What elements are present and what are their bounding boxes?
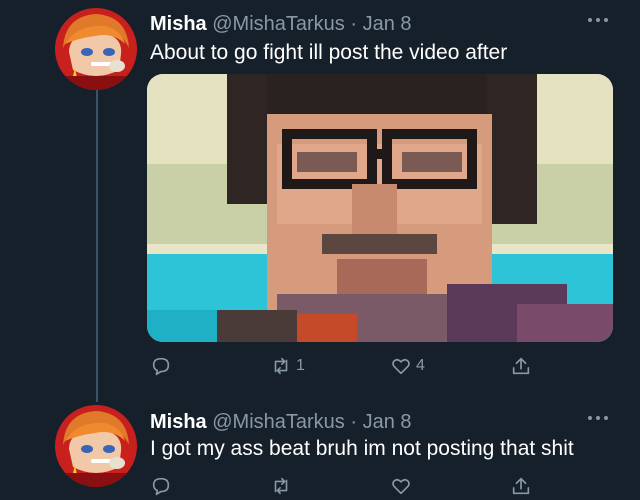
reply-button[interactable]	[150, 352, 176, 380]
like-button[interactable]	[390, 472, 416, 500]
tweet-media-image[interactable]	[147, 74, 613, 342]
retweet-button[interactable]: 1	[270, 352, 305, 380]
meta-separator: ·	[344, 13, 363, 35]
tweet-actions	[150, 472, 540, 500]
tweet-date[interactable]: Jan 8	[363, 411, 412, 433]
display-name[interactable]: Misha	[150, 13, 207, 35]
like-button[interactable]: 4	[390, 352, 425, 380]
meta-separator: ·	[344, 411, 363, 433]
retweet-button[interactable]	[270, 472, 296, 500]
avatar[interactable]	[55, 405, 137, 487]
more-horizontal-icon[interactable]	[586, 412, 610, 422]
handle[interactable]: @MishaTarkus	[212, 411, 345, 433]
display-name[interactable]: Misha	[150, 411, 207, 433]
retweet-count: 1	[296, 357, 305, 374]
share-button[interactable]	[510, 352, 532, 380]
like-icon	[392, 358, 410, 375]
tweet-text: About to go fight ill post the video aft…	[150, 41, 508, 64]
like-icon	[392, 478, 410, 495]
tweet-actions: 1 4	[150, 352, 540, 380]
retweet-icon	[274, 477, 288, 495]
reply-button[interactable]	[150, 472, 176, 500]
tweet-date[interactable]: Jan 8	[363, 13, 412, 35]
tweet-header: Misha @MishaTarkus · Jan 8	[150, 12, 412, 36]
tweet-header: Misha @MishaTarkus · Jan 8	[150, 410, 412, 434]
avatar[interactable]	[55, 8, 137, 90]
reply-icon	[152, 477, 170, 496]
handle[interactable]: @MishaTarkus	[212, 13, 345, 35]
thread-connector-line	[96, 90, 98, 402]
reply-icon	[152, 357, 170, 376]
tweet-text: I got my ass beat bruh im not posting th…	[150, 437, 574, 460]
pixelated-photo	[147, 74, 613, 342]
like-count: 4	[416, 357, 425, 374]
share-button[interactable]	[510, 472, 532, 500]
more-horizontal-icon[interactable]	[586, 14, 610, 24]
share-icon	[512, 477, 530, 495]
retweet-icon	[274, 357, 288, 375]
share-icon	[512, 357, 530, 375]
